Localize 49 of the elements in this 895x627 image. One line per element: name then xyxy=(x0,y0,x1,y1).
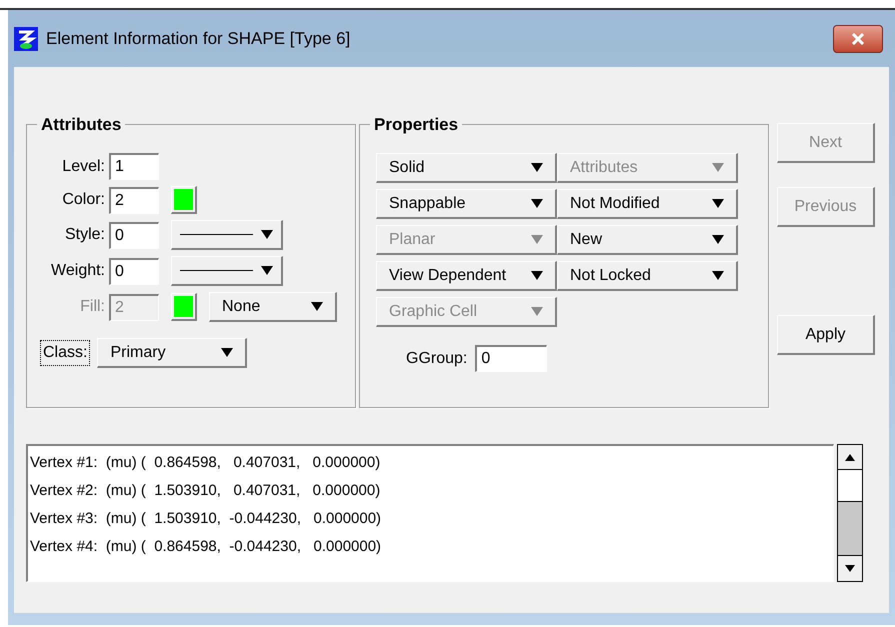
field-label: Weight: xyxy=(50,261,105,281)
scroll-up-icon xyxy=(845,454,855,460)
app-logo-icon xyxy=(14,26,38,50)
dropdown-arrow-icon xyxy=(531,307,543,316)
vertex-row[interactable]: Vertex #2: (mu) ( 1.503910, 0.407031, 0.000000) xyxy=(30,477,833,505)
input-field[interactable]: 0 xyxy=(109,222,159,248)
dropdown-arrow-icon xyxy=(712,235,724,244)
dropdown-arrow-icon xyxy=(712,271,724,280)
dropdown[interactable]: Primary xyxy=(97,338,248,368)
scroll-down-icon xyxy=(845,565,855,572)
vertex-row[interactable]: Vertex #1: (mu) ( 0.864598, 0.407031, 0.000000) xyxy=(30,449,833,477)
color-swatch[interactable] xyxy=(171,186,197,214)
dropdown-arrow-icon xyxy=(712,199,724,208)
dropdown[interactable]: Solid xyxy=(376,153,557,183)
field-label: Fill: xyxy=(79,297,105,317)
dropdown-arrow-icon xyxy=(712,163,724,172)
window-title: Element Information for SHAPE [Type 6] xyxy=(46,28,350,50)
vertex-row[interactable]: Vertex #3: (mu) ( 1.503910, -0.044230, 0.000000) xyxy=(30,505,833,533)
input-field[interactable]: 1 xyxy=(109,153,159,180)
dropdown-arrow-icon xyxy=(531,199,543,208)
dropdown[interactable]: View Dependent xyxy=(376,261,557,291)
field-label: Style: xyxy=(64,225,105,245)
dropdown-arrow-icon xyxy=(311,302,323,311)
dialog-button[interactable]: Apply xyxy=(777,315,875,355)
dropdown-arrow-icon xyxy=(531,163,543,172)
line-style-dropdown[interactable] xyxy=(171,220,283,250)
dropdown-arrow-icon xyxy=(531,271,543,280)
input-field[interactable]: 0 xyxy=(109,258,159,284)
input-field[interactable]: 0 xyxy=(475,345,548,372)
field-label: Level: xyxy=(61,156,105,176)
line-style-dropdown[interactable] xyxy=(171,256,283,286)
dropdown[interactable]: New xyxy=(557,225,738,255)
close-button[interactable] xyxy=(833,24,883,52)
dropdown-arrow-icon xyxy=(221,348,234,357)
vertex-list[interactable]: Vertex #1: (mu) ( 0.864598, 0.407031, 0.000000) Vertex #2: (mu) ( 1.503910, 0.407031, 0.000000) Vertex #3: (mu) ( 1.503910, -0.044230, 0.000000) Vertex #4: (mu) ( 0.864598, -0.044230, 0.000000) xyxy=(26,444,834,582)
scrollbar[interactable] xyxy=(837,444,863,582)
dropdown[interactable]: Not Locked xyxy=(557,261,738,291)
field-label: Class: xyxy=(41,341,90,365)
dropdown[interactable]: Snappable xyxy=(376,189,557,219)
vertex-row[interactable]: Vertex #4: (mu) ( 0.864598, -0.044230, 0.000000) xyxy=(30,533,833,561)
dropdown-arrow-icon xyxy=(531,235,543,244)
field-label: Color: xyxy=(61,190,105,210)
dropdown-arrow-icon xyxy=(261,230,273,239)
scroll-thumb[interactable] xyxy=(838,470,862,502)
dropdown[interactable]: Not Modified xyxy=(557,189,738,219)
close-icon xyxy=(851,32,865,44)
input-field[interactable]: 2 xyxy=(109,186,159,214)
field-label: GGroup: xyxy=(406,348,468,368)
dropdown-arrow-icon xyxy=(261,266,273,275)
